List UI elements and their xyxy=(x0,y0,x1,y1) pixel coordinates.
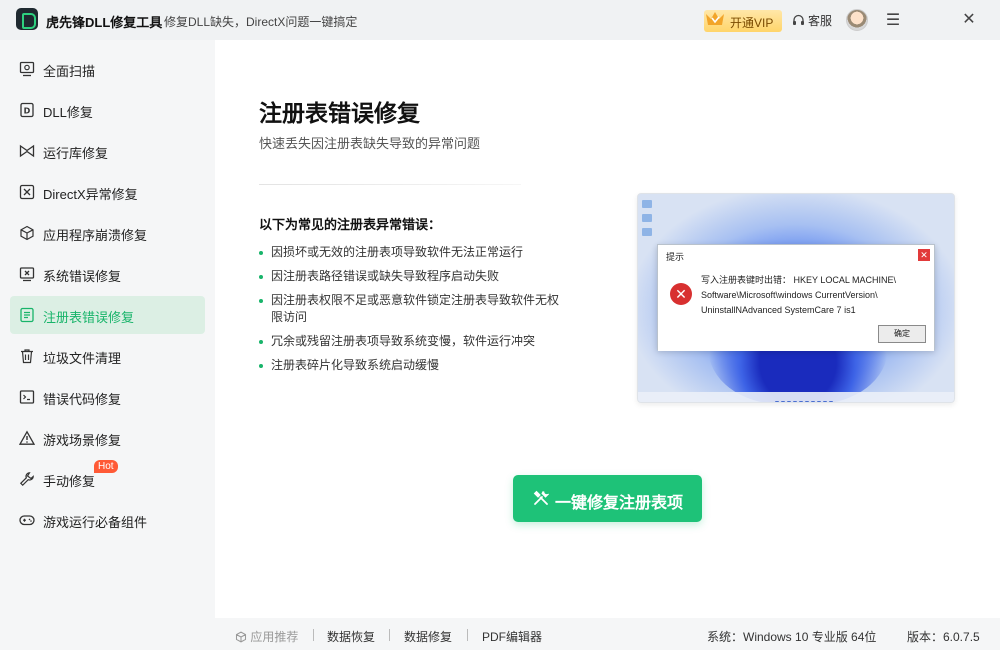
error-screenshot-preview: 提示 ✕ ✕ 写入注册表键时出错： HKEY LOCAL MACHINE\ So… xyxy=(637,193,955,403)
terminal-icon xyxy=(19,390,35,404)
desktop-icons xyxy=(642,200,654,242)
sidebar-item-game-scene[interactable]: 游戏场景修复 xyxy=(10,419,205,457)
tools-icon xyxy=(533,490,549,505)
cube-small-icon xyxy=(235,631,247,643)
main-panel: 注册表错误修复 快速丢失因注册表缺失导致的异常问题 以下为常见的注册表异常错误：… xyxy=(215,40,1000,618)
footer: 应用推荐 数据恢复 数据修复 PDF编辑器 系统：Windows 10 专业版 … xyxy=(215,618,1000,650)
list-item: 因注册表权限不足或恶意软件锁定注册表导致软件无权限访问 xyxy=(259,292,559,326)
fix-button-label: 一键修复注册表项 xyxy=(555,495,684,512)
app-logo xyxy=(16,8,38,30)
sidebar-item-system-error[interactable]: 系统错误修复 xyxy=(10,255,205,293)
separator xyxy=(313,629,314,641)
hot-badge: Hot xyxy=(94,460,118,473)
sidebar-item-error-code[interactable]: 错误代码修复 xyxy=(10,378,205,416)
sidebar-item-label: 游戏运行必备组件 xyxy=(43,515,148,530)
sidebar-item-label: 垃圾文件清理 xyxy=(43,351,122,366)
app-recommend-link[interactable]: 应用推荐 xyxy=(235,628,298,645)
sidebar-item-dll[interactable]: D DLL修复 xyxy=(10,91,205,129)
sidebar: 全面扫描 D DLL修复 运行库修复 DirectX异常修复 应用程序崩溃修复 … xyxy=(0,40,214,650)
headset-icon xyxy=(793,14,804,25)
sidebar-item-runtime[interactable]: 运行库修复 xyxy=(10,132,205,170)
dialog-message: 写入注册表键时出错： HKEY LOCAL MACHINE\ Software\… xyxy=(701,273,929,318)
warning-icon xyxy=(19,430,35,445)
dialog-close-icon: ✕ xyxy=(918,249,930,261)
menu-icon[interactable]: ☰ xyxy=(884,10,902,30)
error-icon: ✕ xyxy=(670,283,692,305)
sidebar-item-registry[interactable]: 注册表错误修复 xyxy=(10,296,205,334)
dll-icon: D xyxy=(20,102,34,118)
registry-icon xyxy=(20,307,34,323)
dialog-message-line: Software\Microsoft\windows CurrentVersio… xyxy=(701,290,878,300)
sidebar-item-label: DLL修复 xyxy=(43,105,93,120)
divider xyxy=(259,184,521,185)
close-icon[interactable]: ✕ xyxy=(960,9,978,29)
dialog-title: 提示 xyxy=(666,252,685,262)
recommend-label: 应用推荐 xyxy=(250,630,299,644)
directx-icon xyxy=(19,184,35,200)
sidebar-item-junk-clean[interactable]: 垃圾文件清理 xyxy=(10,337,205,375)
preview-taskbar xyxy=(638,392,954,402)
list-item: 因注册表路径错误或缺失导致程序启动失败 xyxy=(259,268,559,285)
list-item: 冗余或残留注册表项导致系统变慢，软件运行冲突 xyxy=(259,333,559,350)
service-label: 客服 xyxy=(808,14,833,28)
page-subtitle: 快速丢失因注册表缺失导致的异常问题 xyxy=(259,136,481,151)
list-item: 注册表碎片化导致系统启动缓慢 xyxy=(259,357,559,374)
separator xyxy=(389,629,390,641)
dialog-ok-button: 确定 xyxy=(878,325,926,343)
sidebar-item-manual-fix[interactable]: 手动修复 Hot xyxy=(10,460,205,498)
sidebar-item-label: 注册表错误修复 xyxy=(43,310,135,325)
pdf-editor-link[interactable]: PDF编辑器 xyxy=(482,628,542,645)
vip-label: 开通VIP xyxy=(730,16,774,30)
sidebar-item-full-scan[interactable]: 全面扫描 xyxy=(10,50,205,88)
sidebar-item-label: 游戏场景修复 xyxy=(43,433,122,448)
fix-registry-button[interactable]: 一键修复注册表项 xyxy=(513,475,702,522)
sidebar-item-label: 错误代码修复 xyxy=(43,392,122,407)
title-bar: 虎先锋DLL修复工具 修复DLL缺失，DirectX问题一键搞定 开通VIP 客… xyxy=(0,0,1000,40)
sidebar-item-label: 应用程序崩溃修复 xyxy=(43,228,148,243)
user-avatar[interactable] xyxy=(846,9,868,31)
sidebar-item-directx[interactable]: DirectX异常修复 xyxy=(10,173,205,211)
dialog-message-line: 写入注册表键时出错： HKEY LOCAL MACHINE\ xyxy=(701,275,897,285)
data-recovery-link[interactable]: 数据恢复 xyxy=(327,628,375,645)
system-info: 系统：Windows 10 专业版 64位 xyxy=(707,630,877,644)
app-slogan: 修复DLL缺失，DirectX问题一键搞定 xyxy=(164,15,358,29)
sidebar-item-label: 全面扫描 xyxy=(43,64,96,79)
vip-button[interactable]: 开通VIP xyxy=(704,10,782,32)
list-item: 因损坏或无效的注册表项导致软件无法正常运行 xyxy=(259,244,559,261)
scan-icon xyxy=(19,61,35,77)
error-list: 因损坏或无效的注册表项导致软件无法正常运行 因注册表路径错误或缺失导致程序启动失… xyxy=(259,244,559,381)
customer-service-button[interactable]: 客服 xyxy=(792,12,832,29)
separator xyxy=(467,629,468,641)
trash-icon xyxy=(21,349,33,364)
sidebar-item-label: DirectX异常修复 xyxy=(43,187,138,202)
version-info: 版本：6.0.7.5 xyxy=(907,630,980,644)
crown-icon xyxy=(706,12,724,25)
wrench-icon xyxy=(19,472,34,487)
dialog-body: ✕ 写入注册表键时出错： HKEY LOCAL MACHINE\ Softwar… xyxy=(658,265,934,351)
sidebar-item-label: 系统错误修复 xyxy=(43,269,122,284)
sidebar-item-label: 手动修复 xyxy=(43,474,96,489)
dialog-message-line: UninstallNAdvanced SystemCare 7 is1 xyxy=(701,305,856,315)
error-dialog: 提示 ✕ ✕ 写入注册表键时出错： HKEY LOCAL MACHINE\ So… xyxy=(657,244,935,351)
svg-text:D: D xyxy=(24,107,31,116)
gamepad-icon xyxy=(19,515,35,526)
sidebar-item-app-crash[interactable]: 应用程序崩溃修复 xyxy=(10,214,205,252)
page-title: 注册表错误修复 xyxy=(259,100,420,126)
app-title: 虎先锋DLL修复工具 xyxy=(46,15,163,30)
sidebar-item-label: 运行库修复 xyxy=(43,146,109,161)
sidebar-item-game-components[interactable]: 游戏运行必备组件 xyxy=(10,501,205,539)
cube-icon xyxy=(20,225,34,241)
data-repair-link[interactable]: 数据修复 xyxy=(404,628,452,645)
error-list-title: 以下为常见的注册表异常错误： xyxy=(259,217,442,232)
runtime-icon xyxy=(19,144,35,158)
system-error-icon xyxy=(19,267,35,282)
